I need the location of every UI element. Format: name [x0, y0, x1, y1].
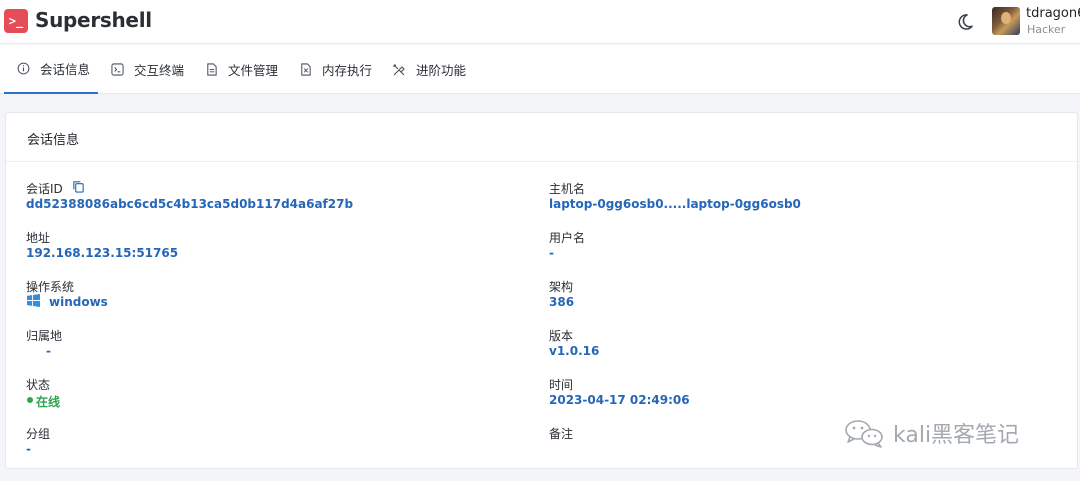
os-value: windows: [49, 295, 108, 309]
user-role: Hacker: [1027, 23, 1066, 36]
hostname-label: 主机名: [549, 182, 586, 196]
terminal-icon: [110, 63, 124, 77]
tab-label: 内存执行: [322, 63, 373, 78]
top-bar: >_ Supershell tdragon6 Hacker: [0, 0, 1080, 44]
tab-label: 文件管理: [228, 63, 279, 78]
location-label: 归属地: [26, 329, 63, 343]
watermark-text: kali黑客笔记: [893, 423, 1020, 448]
session-info-card: 会话信息 会话ID dd52388086abc6cd5c4b13ca5d0b11…: [5, 112, 1078, 469]
tab-session-info[interactable]: 会话信息: [4, 45, 98, 94]
address-label: 地址: [26, 231, 51, 245]
location-value: -: [46, 344, 51, 358]
watermark: kali黑客笔记: [843, 418, 1019, 448]
group-label: 分组: [26, 427, 51, 441]
tab-label: 进阶功能: [416, 63, 467, 78]
group-value: -: [26, 442, 31, 456]
tab-memory-exec[interactable]: 内存执行: [298, 45, 372, 94]
user-name: tdragon6: [1026, 6, 1080, 21]
note-label: 备注: [549, 427, 574, 441]
status-label: 状态: [26, 378, 51, 392]
app-logo-icon: >_: [4, 9, 28, 33]
copy-icon[interactable]: [72, 180, 85, 193]
arch-label: 架构: [549, 280, 574, 294]
info-icon: [16, 62, 30, 76]
time-value: 2023-04-17 02:49:06: [549, 393, 690, 407]
tab-label: 会话信息: [40, 62, 91, 77]
tab-label: 交互终端: [134, 63, 185, 78]
tab-file-manager[interactable]: 文件管理: [204, 45, 278, 94]
app-title: Supershell: [35, 8, 152, 32]
windows-icon: [27, 294, 40, 307]
session-id-value: dd52388086abc6cd5c4b13ca5d0b117d4a6af27b: [26, 197, 354, 211]
dark-mode-moon-icon[interactable]: [955, 12, 975, 32]
tab-advanced[interactable]: 进阶功能: [392, 45, 466, 94]
tab-terminal[interactable]: 交互终端: [110, 45, 184, 94]
card-title: 会话信息: [27, 133, 80, 148]
file-icon: [204, 63, 218, 77]
time-label: 时间: [549, 378, 574, 392]
os-label: 操作系统: [26, 280, 75, 294]
session-id-label: 会话ID: [26, 182, 63, 196]
tab-bar: 会话信息 交互终端 文件管理 内存执行 进阶功能: [0, 45, 1080, 94]
status-dot: [27, 397, 33, 403]
divider: [6, 161, 1077, 162]
hostname-value: laptop-0gg6osb0.....laptop-0gg6osb0: [549, 197, 801, 211]
username-value: -: [549, 246, 554, 260]
tools-icon: [392, 63, 406, 77]
version-value: v1.0.16: [549, 344, 600, 358]
wechat-icon: [845, 420, 883, 448]
status-value: 在线: [36, 395, 61, 409]
version-label: 版本: [549, 329, 574, 343]
address-value: 192.168.123.15:51765: [26, 246, 179, 260]
memory-file-icon: [298, 63, 312, 77]
arch-value: 386: [549, 295, 575, 309]
avatar[interactable]: [992, 7, 1020, 35]
username-label: 用户名: [549, 231, 586, 245]
